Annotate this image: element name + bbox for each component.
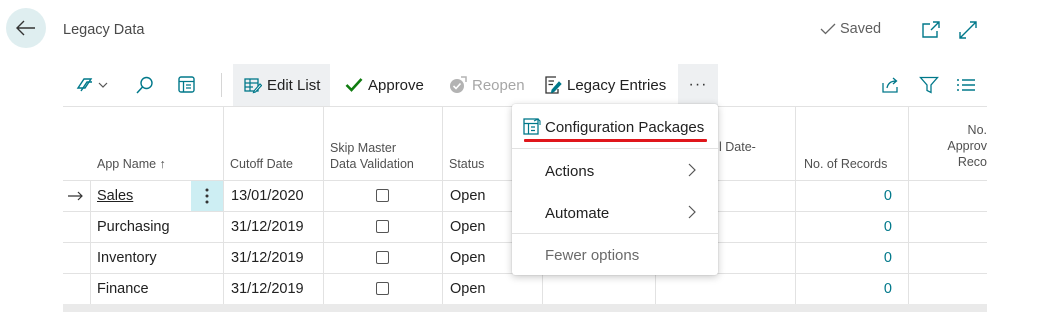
checkbox-box bbox=[376, 282, 389, 295]
header-line: Approv bbox=[947, 139, 987, 153]
menu-item-label: Fewer options bbox=[545, 246, 640, 264]
arrow-left-icon bbox=[16, 20, 35, 36]
header-line: No. bbox=[967, 123, 987, 137]
layers-dropdown-icon bbox=[76, 78, 108, 92]
column-header-app-name[interactable]: App Name ↑ bbox=[97, 156, 166, 172]
checkbox-box bbox=[376, 189, 389, 202]
header-line: Reco bbox=[957, 155, 987, 169]
header-line: Data Validation bbox=[330, 157, 414, 171]
no-of-records-cell[interactable]: 0 bbox=[795, 273, 892, 304]
filter-button[interactable] bbox=[919, 64, 939, 106]
menu-item-label: Configuration Packages bbox=[545, 118, 705, 136]
edit-list-label: Edit List bbox=[267, 76, 321, 94]
edit-list-icon bbox=[244, 78, 262, 94]
cutoff-date-cell[interactable]: 31/12/2019 bbox=[231, 211, 304, 242]
app-name-link[interactable]: Sales bbox=[97, 180, 133, 211]
saved-label: Saved bbox=[840, 21, 882, 37]
grid-col-line bbox=[323, 106, 324, 304]
legacy-entries-label: Legacy Entries bbox=[567, 76, 667, 94]
column-header-approved-records[interactable]: No. Approv Reco bbox=[915, 122, 987, 170]
checkmark-icon bbox=[820, 23, 836, 35]
grid-footer bbox=[63, 304, 987, 312]
chevron-right-icon bbox=[688, 205, 696, 219]
share-button[interactable] bbox=[880, 64, 900, 106]
menu-item-actions[interactable]: Actions bbox=[512, 151, 718, 191]
view-switcher-button[interactable] bbox=[75, 64, 111, 106]
toolbar-divider bbox=[221, 73, 222, 97]
skip-validation-checkbox[interactable] bbox=[376, 273, 389, 304]
action-bar: Edit List Approve Reopen Legacy Entries … bbox=[63, 64, 987, 106]
list-icon bbox=[957, 79, 975, 91]
app-name-cell[interactable]: Purchasing bbox=[97, 211, 170, 242]
cutoff-date-cell[interactable]: 13/01/2020 bbox=[231, 180, 304, 211]
column-header-no-of-records[interactable]: No. of Records bbox=[804, 156, 887, 172]
grid-col-line bbox=[442, 106, 443, 304]
menu-item-label: Automate bbox=[545, 204, 610, 222]
highlight-underline bbox=[524, 139, 707, 142]
column-header-cutoff-date[interactable]: Cutoff Date bbox=[230, 156, 293, 172]
list-view-icon bbox=[178, 76, 195, 93]
more-options-menu: Configuration Packages Actions Automate … bbox=[512, 104, 718, 275]
menu-item-label: Actions bbox=[545, 162, 595, 180]
status-cell[interactable]: Open bbox=[450, 211, 485, 242]
page-title: Legacy Data bbox=[63, 22, 145, 38]
cutoff-date-cell[interactable]: 31/12/2019 bbox=[231, 273, 304, 304]
approve-button[interactable]: Approve bbox=[345, 64, 424, 106]
more-options-icon: ··· bbox=[688, 76, 708, 93]
reopen-label: Reopen bbox=[472, 76, 525, 94]
skip-validation-checkbox[interactable] bbox=[376, 242, 389, 273]
list-options-button[interactable] bbox=[956, 64, 976, 106]
skip-validation-checkbox[interactable] bbox=[376, 180, 389, 211]
search-icon bbox=[136, 76, 153, 94]
document-edit-icon bbox=[545, 76, 562, 94]
app-name-cell[interactable]: Finance bbox=[97, 273, 149, 304]
menu-divider bbox=[512, 148, 718, 149]
more-options-button[interactable]: ··· bbox=[678, 64, 718, 106]
row-actions-button[interactable] bbox=[191, 181, 223, 211]
skip-validation-checkbox[interactable] bbox=[376, 211, 389, 242]
grid-col-line bbox=[223, 106, 224, 304]
vertical-ellipsis-icon bbox=[205, 188, 209, 204]
chevron-right-icon bbox=[688, 163, 696, 177]
no-of-records-cell[interactable]: 0 bbox=[795, 242, 892, 273]
reopen-icon bbox=[450, 76, 467, 93]
menu-divider bbox=[512, 233, 718, 234]
reopen-button[interactable]: Reopen bbox=[449, 64, 525, 106]
checkbox-box bbox=[376, 251, 389, 264]
checkmark-icon bbox=[345, 78, 363, 92]
legacy-entries-button[interactable]: Legacy Entries bbox=[544, 64, 666, 106]
filter-icon bbox=[919, 76, 939, 94]
edit-list-button[interactable]: Edit List bbox=[233, 64, 330, 106]
cutoff-date-cell[interactable]: 31/12/2019 bbox=[231, 242, 304, 273]
back-button[interactable] bbox=[6, 8, 46, 48]
no-of-records-cell[interactable]: 0 bbox=[795, 180, 892, 211]
search-button[interactable] bbox=[135, 64, 155, 106]
status-cell[interactable]: Open bbox=[450, 180, 485, 211]
grid-col-line bbox=[908, 106, 909, 304]
menu-item-automate[interactable]: Automate bbox=[512, 193, 718, 233]
saved-status: Saved bbox=[820, 21, 881, 37]
open-new-window-icon[interactable] bbox=[920, 19, 942, 41]
no-of-records-cell[interactable]: 0 bbox=[795, 211, 892, 242]
column-header-skip-master[interactable]: Skip Master Data Validation bbox=[330, 140, 414, 172]
status-cell[interactable]: Open bbox=[450, 242, 485, 273]
header-line: Skip Master bbox=[330, 141, 396, 155]
column-header-status[interactable]: Status bbox=[449, 156, 484, 172]
show-as-list-button[interactable] bbox=[177, 64, 197, 106]
expand-icon[interactable] bbox=[957, 19, 979, 41]
checkbox-box bbox=[376, 220, 389, 233]
configuration-packages-icon bbox=[523, 118, 541, 135]
column-header-hidden[interactable]: l Date- bbox=[719, 139, 756, 155]
share-icon bbox=[882, 77, 898, 93]
app-name-cell[interactable]: Inventory bbox=[97, 242, 157, 273]
status-cell[interactable]: Open bbox=[450, 273, 485, 304]
grid-col-line bbox=[90, 180, 91, 304]
menu-item-fewer-options[interactable]: Fewer options bbox=[512, 235, 718, 275]
row-indicator-arrow-icon bbox=[68, 180, 84, 211]
approve-label: Approve bbox=[368, 76, 424, 94]
